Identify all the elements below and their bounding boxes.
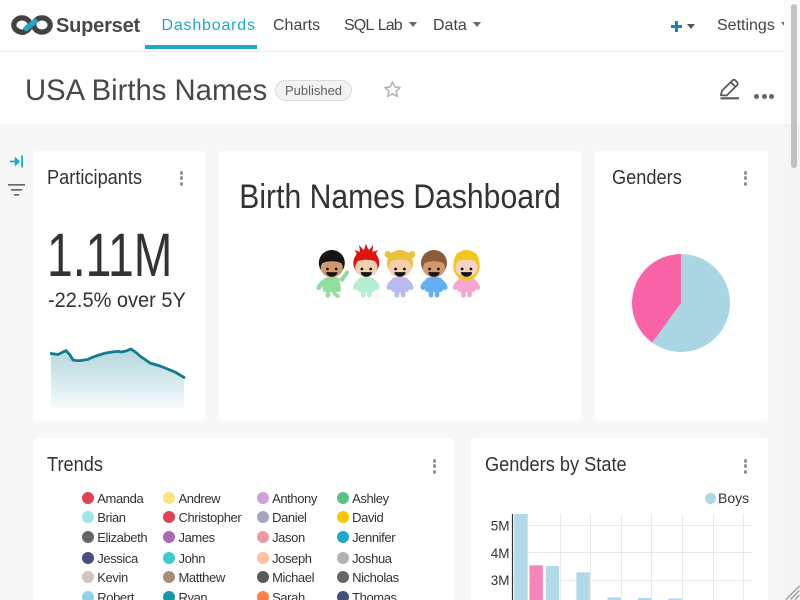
svg-text:4M: 4M	[491, 546, 510, 561]
svg-text:5M: 5M	[491, 519, 510, 534]
svg-text:3M: 3M	[491, 573, 510, 588]
